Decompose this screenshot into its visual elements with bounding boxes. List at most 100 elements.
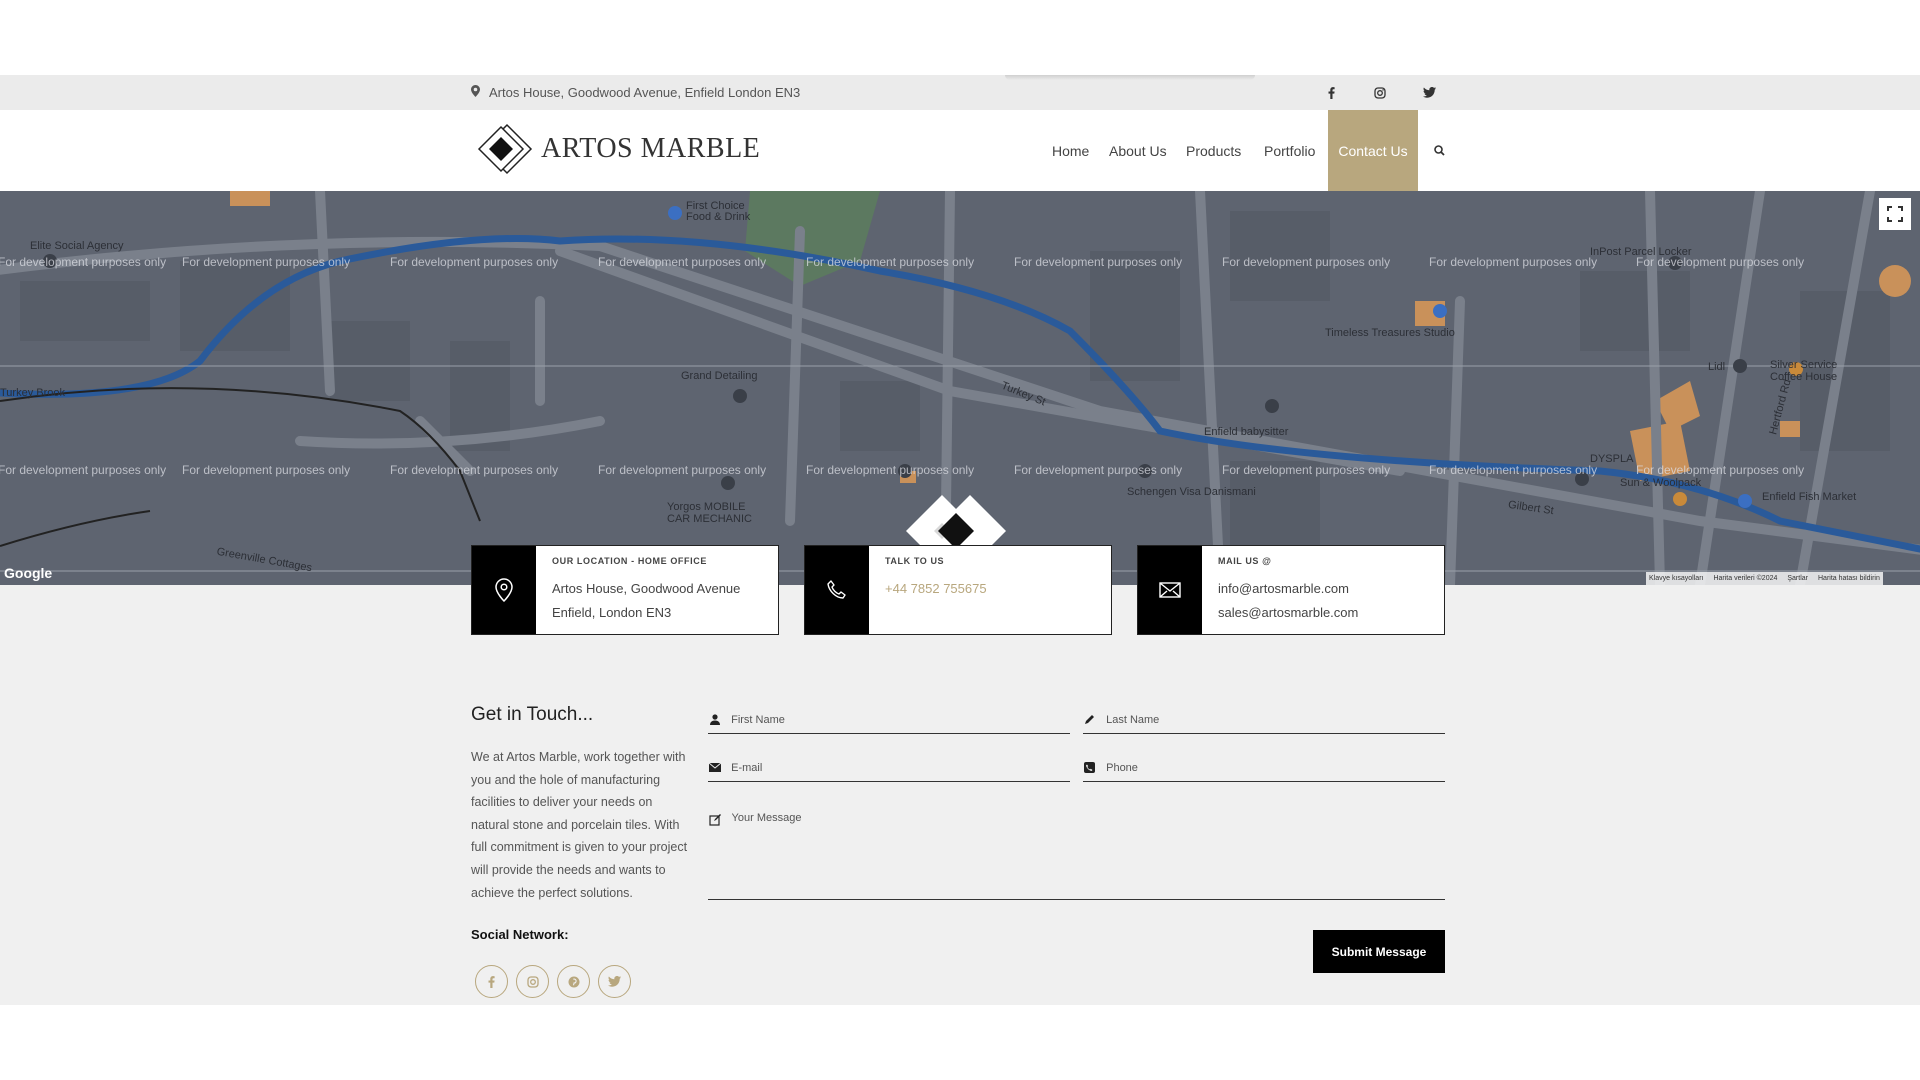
phone-card-title: TALK TO US (885, 556, 945, 566)
top-address: Artos House, Goodwood Avenue, Enfield Lo… (471, 75, 800, 110)
email-field (708, 754, 1070, 782)
top-social-twitter[interactable] (1421, 75, 1437, 110)
fullscreen-icon (1887, 206, 1903, 222)
map-attribution: Klavye kısayolları Harita verileri ©2024… (1646, 572, 1883, 585)
report-error-link[interactable]: Harita hatası bildirin (1818, 575, 1880, 582)
message-input[interactable] (731, 812, 1445, 892)
twitter-icon[interactable] (598, 965, 631, 998)
location-pin-icon (495, 578, 513, 602)
top-address-text: Artos House, Goodwood Avenue, Enfield Lo… (489, 85, 801, 100)
location-card-title: OUR LOCATION - HOME OFFICE (552, 556, 707, 566)
map-watermark: For development purposes only (1429, 463, 1598, 477)
map-watermark: For development purposes only (1222, 255, 1391, 269)
map-label: Lidl (1708, 361, 1726, 373)
nav-portfolio[interactable]: Portfolio (1264, 110, 1315, 191)
phone-number-link[interactable]: +44 7852 755675 (885, 577, 987, 601)
nav-products[interactable]: Products (1186, 110, 1241, 191)
map-watermark: For development purposes only (0, 255, 167, 269)
map-label: Enfield babysitter (1204, 426, 1289, 438)
map-label: Schengen Visa Danismani (1127, 486, 1256, 498)
map-watermark: For development purposes only (1222, 463, 1391, 477)
phone-field (1083, 754, 1445, 782)
last-name-input[interactable] (1106, 713, 1445, 726)
sales-email-link[interactable]: sales@artosmarble.com (1218, 601, 1358, 625)
map-watermark: For development purposes only (1429, 255, 1598, 269)
map-fullscreen-button[interactable] (1879, 198, 1911, 230)
top-bar-tab (1005, 75, 1255, 80)
page: Artos House, Goodwood Avenue, Enfield Lo… (0, 0, 1920, 1080)
map-label: InPost Parcel Locker (1590, 246, 1692, 258)
google-logo[interactable]: Google (4, 565, 52, 581)
envelope-icon (1159, 582, 1181, 598)
info-email-link[interactable]: info@artosmarble.com (1218, 577, 1358, 601)
map-label: Grand Detailing (681, 370, 758, 382)
instagram-icon[interactable] (516, 965, 549, 998)
message-field (708, 808, 1445, 900)
facebook-icon[interactable] (1323, 85, 1339, 101)
phone-input[interactable] (1106, 761, 1445, 774)
map-watermark: For development purposes only (390, 463, 559, 477)
keyboard-shortcuts-link[interactable]: Klavye kısayolları (1649, 575, 1703, 582)
social-network-links (475, 965, 631, 998)
mail-card-icon-box (1138, 546, 1202, 634)
pencil-icon (1083, 713, 1096, 727)
envelope-icon (708, 761, 721, 775)
nav-search[interactable] (1434, 110, 1445, 191)
location-pin-icon (471, 85, 480, 100)
location-map[interactable]: For development purposes only For develo… (0, 191, 1920, 585)
facebook-icon[interactable] (475, 965, 508, 998)
contact-section (0, 585, 1920, 1005)
map-watermark: For development purposes only (598, 463, 767, 477)
location-card: OUR LOCATION - HOME OFFICE Artos House, … (471, 545, 779, 635)
top-social-instagram[interactable] (1372, 75, 1388, 110)
nav-about-us[interactable]: About Us (1109, 110, 1167, 191)
edit-icon (708, 813, 722, 827)
pinterest-icon[interactable] (557, 965, 590, 998)
first-name-field (708, 706, 1070, 734)
nav-home[interactable]: Home (1052, 110, 1089, 191)
last-name-field (1083, 706, 1445, 734)
location-card-line2: Enfield, London EN3 (552, 605, 672, 620)
mail-card-title: MAIL US @ (1218, 556, 1272, 566)
main-nav: Home About Us Products Portfolio Contact… (0, 110, 1920, 191)
location-card-icon-box (472, 546, 536, 634)
map-label: DYSPLA (1590, 453, 1634, 465)
mail-card: MAIL US @ info@artosmarble.com sales@art… (1137, 545, 1445, 635)
instagram-icon[interactable] (1372, 85, 1388, 101)
map-label: Enfield Fish Market (1762, 491, 1857, 503)
map-watermark: For development purposes only (182, 255, 351, 269)
submit-message-button[interactable]: Submit Message (1313, 930, 1445, 973)
terms-link[interactable]: Şartlar (1787, 575, 1808, 582)
map-label: Yorgos MOBILE (667, 501, 746, 513)
map-watermark: For development purposes only (1636, 463, 1805, 477)
get-in-touch-text: We at Artos Marble, work together with y… (471, 750, 688, 900)
top-bar: Artos House, Goodwood Avenue, Enfield Lo… (0, 75, 1920, 110)
location-card-line1: Artos House, Goodwood Avenue (552, 581, 741, 596)
nav-contact-us[interactable]: Contact Us (1328, 110, 1418, 191)
user-icon (708, 713, 721, 727)
get-in-touch-title: Get in Touch... (471, 704, 594, 725)
map-watermark: For development purposes only (390, 255, 559, 269)
first-name-input[interactable] (731, 713, 1070, 726)
phone-card-icon-box (805, 546, 869, 634)
map-watermark: For development purposes only (0, 463, 167, 477)
email-input[interactable] (731, 761, 1070, 774)
social-network-title: Social Network: (471, 927, 569, 942)
search-icon[interactable] (1434, 143, 1445, 159)
map-watermark: For development purposes only (806, 463, 975, 477)
map-label: Food & Drink (686, 211, 751, 223)
twitter-icon[interactable] (1421, 85, 1437, 101)
map-label: Turkey Brook (0, 387, 66, 399)
map-watermark: For development purposes only (1014, 463, 1183, 477)
phone-square-icon (1083, 761, 1096, 775)
map-data-text: Harita verileri ©2024 (1713, 575, 1778, 582)
top-social-facebook[interactable] (1323, 75, 1339, 110)
map-label: Sun & Woolpack (1620, 477, 1702, 489)
map-watermark: For development purposes only (182, 463, 351, 477)
phone-icon (827, 580, 846, 599)
phone-card: TALK TO US +44 7852 755675 (804, 545, 1112, 635)
site-header: ARTOS MARBLE Home About Us Products Port… (0, 110, 1920, 191)
map-label: Silver Service (1770, 359, 1838, 371)
map-label: Timeless Treasures Studio (1325, 327, 1455, 339)
map-label: CAR MECHANIC (667, 513, 752, 525)
